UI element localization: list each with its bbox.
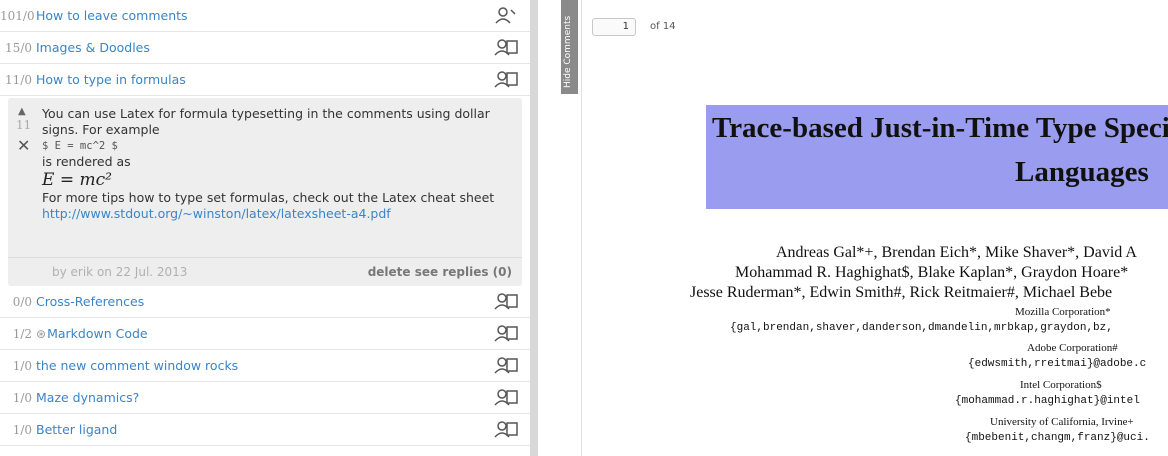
email-intel: {mohammad.r.haghighat}@intel [955, 395, 1140, 407]
affiliation-mozilla: Mozilla Corporation* [1015, 306, 1111, 318]
comment-count: 11/0 [5, 72, 32, 87]
comment-title[interactable]: Cross-References [36, 294, 144, 309]
comment-title[interactable]: the new comment window rocks [36, 358, 238, 373]
comment-title[interactable]: Better ligand [36, 422, 117, 437]
comment-text-line: signs. For example [42, 122, 160, 137]
comment-text-line: You can use Latex for formula typesettin… [42, 106, 490, 121]
email-uci: {mbebenit,changm,franz}@uci. [965, 432, 1150, 444]
comment-count: 1/0 [12, 422, 32, 437]
comment-body: You can use Latex for formula typesettin… [42, 106, 512, 222]
expanded-comment: ▲ 11 ✕ You can use Latex for formula typ… [8, 98, 522, 286]
comment-row[interactable]: 1/0 the new comment window rocks [0, 350, 530, 382]
see-replies-link[interactable]: see replies (0) [415, 265, 512, 279]
person-icon[interactable] [494, 292, 518, 310]
comment-title[interactable]: How to leave comments [36, 8, 188, 23]
upvote-icon[interactable]: ▲ [18, 106, 26, 117]
comment-row[interactable]: 1/2 ⊛ Markdown Code [0, 318, 530, 350]
document-border [581, 0, 582, 456]
comment-title[interactable]: How to type in formulas [36, 72, 186, 87]
comment-count: 1/0 [12, 390, 32, 405]
person-icon[interactable] [494, 420, 518, 438]
comment-row[interactable]: 11/0 How to type in formulas [0, 64, 530, 96]
affiliation-uci: University of California, Irvine+ [990, 416, 1134, 428]
vote-count: 11 [16, 118, 32, 132]
authors-line-3: Jesse Ruderman*, Edwin Smith#, Rick Reit… [690, 284, 1113, 301]
paper-title-line1: Trace-based Just-in-Time Type Speci [712, 112, 1168, 144]
page-count: of 14 [650, 21, 676, 32]
person-icon[interactable] [494, 324, 518, 342]
comment-text-line: For more tips how to type set formulas, … [42, 190, 495, 205]
comments-panel: 101/0 How to leave comments 15/0 Images … [0, 0, 530, 456]
comment-title[interactable]: Maze dynamics? [36, 390, 139, 405]
comment-row[interactable]: 0/0 Cross-References [0, 286, 530, 318]
comment-count: 1/0 [12, 358, 32, 373]
rendered-formula: E = mc² [42, 170, 112, 190]
page-number-input[interactable]: 1 [592, 18, 636, 36]
hide-comments-label: Hide Comments [563, 15, 573, 88]
person-icon[interactable] [494, 356, 518, 374]
cheat-sheet-link[interactable]: http://www.stdout.org/~winston/latex/lat… [42, 206, 512, 222]
person-icon[interactable] [494, 38, 518, 56]
paper-title-line2: Languages [1015, 156, 1149, 188]
comment-author-date: by erik on 22 Jul. 2013 [52, 265, 188, 279]
comment-title[interactable]: Markdown Code [47, 326, 148, 341]
comment-footer: by erik on 22 Jul. 2013 delete see repli… [8, 257, 522, 286]
email-adobe: {edwsmith,rreitmai}@adobe.c [968, 358, 1147, 370]
comment-actions: delete see replies (0) [368, 265, 512, 279]
panel-divider[interactable] [530, 0, 538, 456]
person-icon[interactable] [494, 388, 518, 406]
at-icon: ⊛ [36, 326, 47, 341]
authors-line-2: Mohammad R. Haghighat$, Blake Kaplan*, G… [735, 264, 1129, 281]
close-icon[interactable]: ✕ [17, 136, 30, 155]
affiliation-adobe: Adobe Corporation# [1027, 342, 1118, 354]
delete-link[interactable]: delete [368, 265, 411, 279]
comment-text-line: is rendered as [42, 154, 131, 169]
comment-row[interactable]: 101/0 How to leave comments [0, 0, 530, 32]
comment-count: 15/0 [5, 40, 32, 55]
comment-row[interactable]: 15/0 Images & Doodles [0, 32, 530, 64]
comment-title[interactable]: Images & Doodles [36, 40, 150, 55]
person-icon[interactable] [494, 70, 518, 88]
hide-comments-tab[interactable]: Hide Comments [561, 0, 578, 94]
affiliation-intel: Intel Corporation$ [1020, 379, 1102, 391]
authors-line-1: Andreas Gal*+, Brendan Eich*, Mike Shave… [776, 244, 1137, 261]
person-pin-icon[interactable] [494, 6, 518, 24]
latex-code: $ E = mc^2 $ [42, 140, 118, 152]
comment-count: 0/0 [12, 294, 32, 309]
comment-count: 1/2 [12, 326, 32, 341]
comment-count: 101/0 [0, 8, 35, 23]
comment-row[interactable]: 1/0 Better ligand [0, 414, 530, 446]
email-mozilla: {gal,brendan,shaver,danderson,dmandelin,… [730, 322, 1113, 334]
comment-row[interactable]: 1/0 Maze dynamics? [0, 382, 530, 414]
